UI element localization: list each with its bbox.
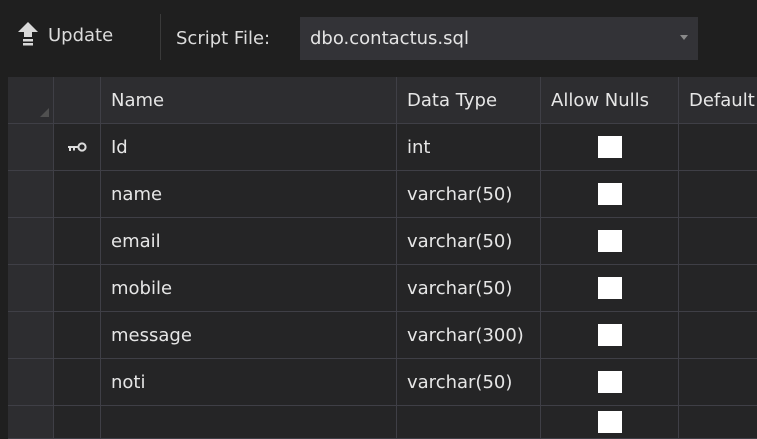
row-selector[interactable] xyxy=(8,218,54,264)
data-type-cell[interactable]: varchar(50) xyxy=(397,218,541,264)
row-selector[interactable] xyxy=(8,312,54,358)
default-cell[interactable] xyxy=(679,124,757,170)
row-selector[interactable] xyxy=(8,124,54,170)
allow-nulls-checkbox[interactable] xyxy=(597,371,622,393)
table-designer-window: Update Script File: dbo.contactus.sql Na… xyxy=(0,0,757,439)
data-type-cell[interactable]: varchar(50) xyxy=(397,171,541,217)
row-key-cell xyxy=(54,406,101,438)
allow-nulls-cell xyxy=(541,218,679,264)
columns-grid: Name Data Type Allow Nulls Default Id in… xyxy=(8,77,757,439)
script-file-value: dbo.contactus.sql xyxy=(310,28,469,49)
toolbar-separator xyxy=(160,14,161,60)
data-type-cell[interactable]: varchar(50) xyxy=(397,265,541,311)
default-cell[interactable] xyxy=(679,406,757,438)
column-header-name[interactable]: Name xyxy=(101,77,397,123)
chevron-down-icon[interactable] xyxy=(680,35,688,40)
column-name-cell[interactable]: mobile xyxy=(101,265,397,311)
table-row: name varchar(50) xyxy=(8,171,757,218)
row-selector[interactable] xyxy=(8,359,54,405)
column-header-allow-nulls[interactable]: Allow Nulls xyxy=(541,77,679,123)
column-name-cell[interactable] xyxy=(101,406,397,438)
row-key-cell xyxy=(54,312,101,358)
allow-nulls-checkbox[interactable] xyxy=(597,183,622,205)
allow-nulls-cell xyxy=(541,312,679,358)
grid-header-row: Name Data Type Allow Nulls Default xyxy=(8,77,757,124)
default-cell[interactable] xyxy=(679,312,757,358)
row-selector[interactable] xyxy=(8,265,54,311)
table-row: email varchar(50) xyxy=(8,218,757,265)
row-selector[interactable] xyxy=(8,406,54,438)
allow-nulls-checkbox[interactable] xyxy=(597,136,622,158)
table-row: mobile varchar(50) xyxy=(8,265,757,312)
update-label: Update xyxy=(48,24,114,46)
table-row: message varchar(300) xyxy=(8,312,757,359)
script-file-label: Script File: xyxy=(176,28,271,49)
row-key-cell xyxy=(54,218,101,264)
default-cell[interactable] xyxy=(679,218,757,264)
data-type-cell[interactable] xyxy=(397,406,541,438)
primary-key-icon xyxy=(68,142,87,152)
data-type-cell[interactable]: varchar(50) xyxy=(397,359,541,405)
row-key-cell xyxy=(54,124,101,170)
allow-nulls-checkbox[interactable] xyxy=(597,324,622,346)
header-key-column xyxy=(54,77,101,123)
row-key-cell xyxy=(54,265,101,311)
corner-triangle-icon xyxy=(40,108,49,117)
allow-nulls-checkbox[interactable] xyxy=(597,230,622,252)
select-all-corner[interactable] xyxy=(8,77,54,123)
column-header-default[interactable]: Default xyxy=(679,77,757,123)
row-key-cell xyxy=(54,359,101,405)
allow-nulls-cell xyxy=(541,406,679,438)
column-name-cell[interactable]: name xyxy=(101,171,397,217)
upload-arrow-icon xyxy=(18,22,38,46)
data-type-cell[interactable]: int xyxy=(397,124,541,170)
designer-toolbar: Update Script File: dbo.contactus.sql xyxy=(0,0,757,77)
row-selector[interactable] xyxy=(8,171,54,217)
script-file-dropdown[interactable]: dbo.contactus.sql xyxy=(300,17,698,60)
column-name-cell[interactable]: message xyxy=(101,312,397,358)
data-type-cell[interactable]: varchar(300) xyxy=(397,312,541,358)
row-key-cell xyxy=(54,171,101,217)
column-name-cell[interactable]: Id xyxy=(101,124,397,170)
column-name-cell[interactable]: noti xyxy=(101,359,397,405)
allow-nulls-checkbox[interactable] xyxy=(597,411,622,433)
update-button[interactable]: Update xyxy=(16,10,113,60)
allow-nulls-cell xyxy=(541,359,679,405)
allow-nulls-cell xyxy=(541,265,679,311)
new-table-row xyxy=(8,406,757,439)
table-row: noti varchar(50) xyxy=(8,359,757,406)
column-name-cell[interactable]: email xyxy=(101,218,397,264)
table-row: Id int xyxy=(8,124,757,171)
allow-nulls-cell xyxy=(541,124,679,170)
default-cell[interactable] xyxy=(679,265,757,311)
default-cell[interactable] xyxy=(679,171,757,217)
allow-nulls-cell xyxy=(541,171,679,217)
allow-nulls-checkbox[interactable] xyxy=(597,277,622,299)
column-header-data-type[interactable]: Data Type xyxy=(397,77,541,123)
default-cell[interactable] xyxy=(679,359,757,405)
